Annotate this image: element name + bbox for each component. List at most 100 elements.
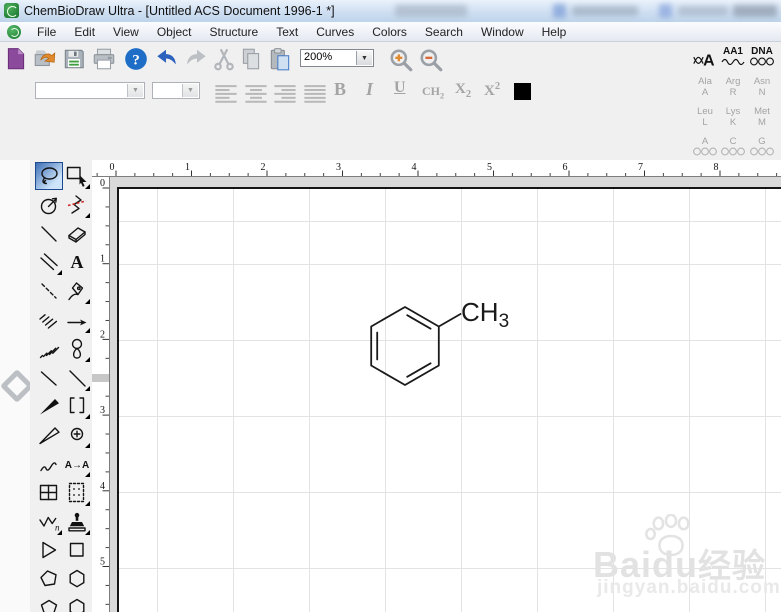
undo-button[interactable]: [153, 46, 179, 72]
menu-item-curves[interactable]: Curves: [307, 23, 363, 41]
methyl-label[interactable]: CH3: [461, 297, 509, 332]
nucleotide-a[interactable]: A: [691, 136, 719, 160]
help-button[interactable]: ?: [123, 46, 149, 72]
tool-pen[interactable]: [64, 278, 90, 304]
tool-atom-map[interactable]: A→A: [64, 451, 90, 477]
tool-hashed-bond[interactable]: [36, 307, 62, 333]
zoom-in-button[interactable]: [388, 47, 414, 73]
menu-item-file[interactable]: File: [28, 23, 65, 41]
tool-wavy-bond[interactable]: [36, 451, 62, 477]
align-justify-icon: [303, 85, 326, 103]
tool-template[interactable]: [64, 480, 90, 506]
chevron-down-icon[interactable]: ▼: [127, 84, 143, 97]
bio-tool-label: DNA: [751, 46, 773, 57]
bold-button[interactable]: B: [334, 79, 346, 100]
tool-ring-6b[interactable]: [64, 595, 90, 612]
tool-hollow-wedge[interactable]: [36, 422, 62, 448]
amino-acid-arg[interactable]: Arg R: [719, 76, 747, 99]
tool-thin-bond[interactable]: [64, 365, 90, 391]
bio-tool-a[interactable]: A: [691, 46, 719, 73]
ring-5b-icon: [40, 599, 58, 612]
svg-text:7: 7: [638, 162, 643, 173]
tool-solid-wedge[interactable]: [36, 393, 62, 419]
underline-button[interactable]: U: [394, 79, 406, 97]
save-button[interactable]: [61, 46, 87, 72]
copy-button[interactable]: [238, 46, 264, 72]
tool-orbital[interactable]: [64, 336, 90, 362]
paste-button[interactable]: [267, 46, 293, 72]
tool-polymer[interactable]: n: [36, 509, 62, 535]
chevron-down-icon[interactable]: ▼: [182, 84, 198, 97]
zoom-level-combobox[interactable]: 200% ▼: [300, 49, 374, 67]
amino-acid-ala[interactable]: Ala A: [691, 76, 719, 99]
tool-ring-6[interactable]: [64, 566, 90, 592]
bio-tool-aa1[interactable]: AA1: [719, 46, 747, 68]
align-right-button[interactable]: [272, 82, 298, 103]
tool-bold-bond[interactable]: [36, 365, 62, 391]
lasso-icon: [41, 167, 58, 185]
tool-chain[interactable]: [64, 192, 90, 218]
tool-text[interactable]: A: [64, 249, 90, 275]
menu-item-view[interactable]: View: [104, 23, 148, 41]
color-swatch[interactable]: [514, 83, 531, 100]
tool-table[interactable]: [36, 480, 62, 506]
tool-dashed-bond[interactable]: [36, 278, 62, 304]
superscript-button[interactable]: X2: [484, 81, 500, 100]
menu-item-object[interactable]: Object: [148, 23, 201, 41]
zoom-out-button[interactable]: [418, 47, 444, 73]
menu-item-search[interactable]: Search: [416, 23, 472, 41]
application-window: ChemBioDraw Ultra - [Untitled ACS Docume…: [0, 0, 781, 612]
arrow-icon: [67, 319, 87, 326]
open-button[interactable]: [32, 46, 58, 72]
font-combobox[interactable]: ▼: [35, 82, 145, 99]
new-document-button[interactable]: [3, 46, 29, 72]
cut-button[interactable]: [211, 46, 237, 72]
tool-ring-4[interactable]: [64, 537, 90, 563]
tool-single-bond[interactable]: [36, 221, 62, 247]
tool-bracket[interactable]: [64, 393, 90, 419]
subscript-button[interactable]: X2: [455, 81, 471, 100]
tool-rotate[interactable]: [36, 192, 62, 218]
menu-item-structure[interactable]: Structure: [201, 23, 268, 41]
tool-charge[interactable]: [64, 422, 90, 448]
tool-lasso[interactable]: [35, 162, 63, 190]
align-center-button[interactable]: [243, 82, 269, 103]
amino-acid-lys[interactable]: Lys K: [719, 106, 747, 129]
menu-item-colors[interactable]: Colors: [363, 23, 416, 41]
font-size-combobox[interactable]: ▼: [152, 82, 200, 99]
tool-ring-3[interactable]: [36, 537, 62, 563]
chevron-down-icon[interactable]: ▼: [356, 51, 372, 65]
biopolymer-toolbar: A AA1 DNA Ala A Arg R Asn N Leu L Lys K Met M A C G: [682, 44, 781, 160]
svg-text:8: 8: [714, 162, 719, 173]
text-toolbar: ▼ ▼ B I U CH2 X2 X2: [0, 76, 781, 108]
nucleotide-g[interactable]: G: [748, 136, 776, 160]
print-button[interactable]: [91, 46, 117, 72]
svg-text:1: 1: [185, 162, 190, 173]
tool-double-bond[interactable]: [36, 249, 62, 275]
redo-button[interactable]: [184, 46, 210, 72]
tool-hashed-wedge[interactable]: [36, 336, 62, 362]
tool-stamp[interactable]: [64, 509, 90, 535]
bio-tool-dna[interactable]: DNA: [748, 46, 776, 69]
amino-acid-asn[interactable]: Asn N: [748, 76, 776, 99]
tool-marquee[interactable]: [64, 163, 90, 189]
tool-eraser[interactable]: [64, 221, 90, 247]
align-left-button[interactable]: [213, 82, 239, 103]
drawing-canvas[interactable]: CH3 Baidu经验 jingyan.baidu.com: [117, 187, 781, 612]
menu-item-edit[interactable]: Edit: [65, 23, 104, 41]
italic-button[interactable]: I: [366, 79, 373, 100]
tool-ring-5[interactable]: [36, 566, 62, 592]
print-icon: [91, 48, 117, 76]
align-justify-button[interactable]: [302, 82, 328, 103]
tool-arrow[interactable]: [64, 307, 90, 333]
amino-acid-met[interactable]: Met M: [748, 106, 776, 129]
nucleotide-c[interactable]: C: [719, 136, 747, 160]
menu-item-window[interactable]: Window: [472, 23, 533, 41]
eraser-icon: [68, 227, 86, 243]
amino-acid-leu[interactable]: Leu L: [691, 106, 719, 129]
menu-item-text[interactable]: Text: [267, 23, 307, 41]
menu-item-help[interactable]: Help: [533, 23, 576, 41]
tool-ring-5b[interactable]: [36, 595, 62, 612]
plasmid-circles-icon: [692, 147, 718, 159]
formula-button[interactable]: CH2: [422, 84, 444, 100]
